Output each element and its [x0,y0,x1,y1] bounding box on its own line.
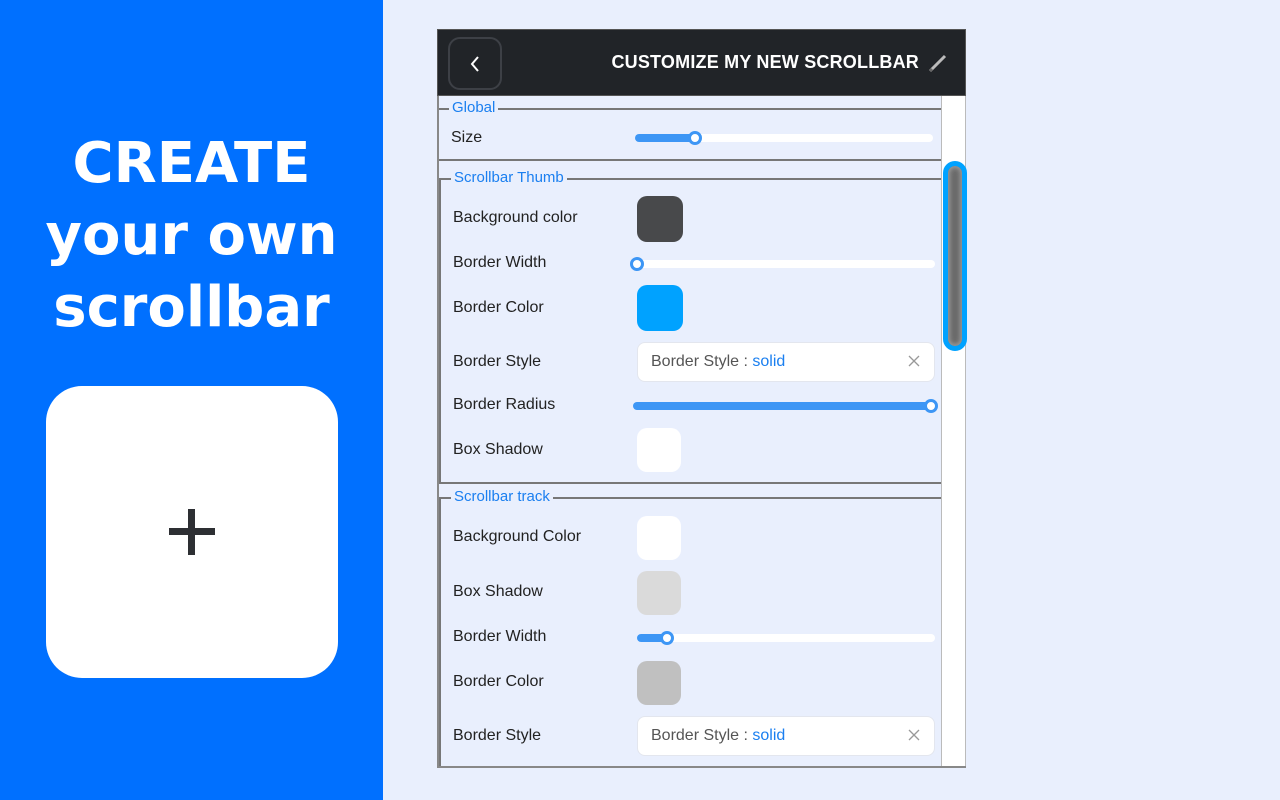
close-icon[interactable] [906,727,922,743]
thumb-section: Scrollbar Thumb Background color Border … [439,169,941,484]
track-border-width-label: Border Width [453,628,547,645]
promo-panel: CREATE your own scrollbar [0,0,383,800]
headline-line-1: CREATE [72,131,311,196]
thumb-border-color-swatch[interactable] [637,285,683,331]
track-border-color-swatch[interactable] [637,661,681,705]
size-label: Size [451,129,483,146]
track-border-style-label: Border Style [453,727,542,744]
slider-fill [635,134,695,142]
plus-icon [169,509,215,555]
track-border-color-label: Border Color [453,673,544,690]
track-border-style-select[interactable]: Border Style : solid [637,716,935,756]
thumb-border-style-select[interactable]: Border Style : solid [637,342,935,382]
select-prefix: Border Style [651,353,740,370]
editor-body: Global Size Scrollbar Thumb Background c… [437,96,967,768]
pencil-icon[interactable] [927,52,949,74]
chevron-left-icon [470,55,479,72]
headline-line-2: your own [45,203,338,268]
thumb-box-shadow-label: Box Shadow [453,441,543,458]
section-legend: Scrollbar Thumb [451,169,567,187]
headline-line-3: scrollbar [53,275,330,340]
thumb-bg-label: Background color [453,209,578,226]
thumb-border-width-slider[interactable] [630,257,935,271]
slider-handle[interactable] [659,631,674,645]
thumb-bg-swatch[interactable] [637,196,683,242]
select-value: solid [752,353,786,370]
track-bg-swatch[interactable] [637,516,681,560]
scrollbar-editor: CUSTOMIZE MY NEW SCROLLBAR Global Size S… [437,29,967,768]
select-value: solid [752,727,786,744]
thumb-border-radius-label: Border Radius [453,396,556,413]
track-box-shadow-label: Box Shadow [453,583,543,600]
size-slider[interactable] [635,131,933,145]
slider-handle[interactable] [687,131,702,145]
editor-title: CUSTOMIZE MY NEW SCROLLBAR [611,52,919,72]
add-scrollbar-button[interactable] [46,386,338,678]
thumb-border-style-label: Border Style [453,353,542,370]
thumb-border-color-label: Border Color [453,299,544,316]
track-bg-label: Background Color [453,528,582,545]
track-border-width-slider[interactable] [637,631,935,645]
slider-handle[interactable] [630,257,644,271]
scrollbar-thumb[interactable] [943,161,967,351]
global-section: Global Size [439,99,941,161]
thumb-border-width-label: Border Width [453,254,547,271]
section-legend: Global [449,99,499,117]
editor-header: CUSTOMIZE MY NEW SCROLLBAR [437,29,966,96]
thumb-border-radius-slider[interactable] [633,399,938,413]
slider-handle[interactable] [924,399,938,413]
promo-headline: CREATE your own scrollbar [0,128,383,344]
track-box-shadow-swatch[interactable] [637,571,681,615]
scrollbar-track[interactable] [941,96,967,766]
select-prefix: Border Style [651,727,740,744]
settings-scroll-area: Global Size Scrollbar Thumb Background c… [439,96,941,766]
track-section: Scrollbar track Background Color Box Sha… [439,488,941,766]
close-icon[interactable] [906,353,922,369]
thumb-box-shadow-swatch[interactable] [637,428,681,472]
section-legend: Scrollbar track [451,488,553,506]
slider-fill [633,402,931,410]
back-button[interactable] [448,37,502,90]
